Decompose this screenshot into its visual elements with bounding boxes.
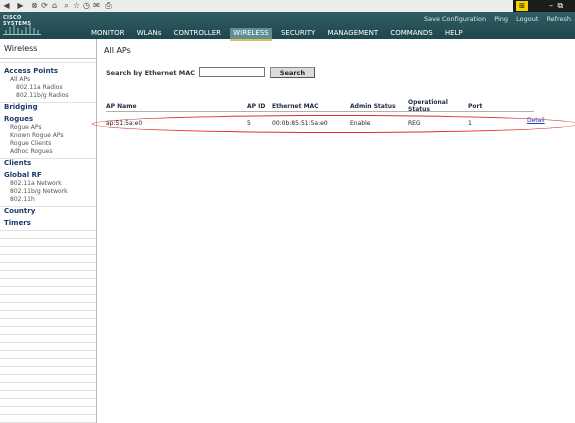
back-icon[interactable]: ◀	[2, 1, 11, 10]
print-icon[interactable]: ⎙	[104, 1, 113, 10]
app-header: CISCO SYSTEMS Save Configuration Ping Lo…	[0, 12, 575, 41]
forward-icon[interactable]: ▶	[16, 1, 25, 10]
search-icon[interactable]: ⌕	[62, 1, 71, 10]
logout-link[interactable]: Logout	[516, 15, 538, 23]
column-header-ethernet-mac: Ethernet MAC	[272, 103, 319, 110]
page-title: All APs	[104, 46, 131, 55]
search-button[interactable]: Search	[270, 67, 315, 78]
sidebar-section-timers[interactable]: Timers	[0, 219, 96, 228]
windows-logo-icon: ⊞	[516, 1, 528, 11]
sidebar-item-all-aps[interactable]: All APs	[0, 76, 96, 84]
nav-commands[interactable]: COMMANDS	[387, 28, 435, 39]
sidebar-menu: Access Points All APs 802.11a Radios 802…	[0, 67, 96, 228]
home-icon[interactable]: ⌂	[50, 1, 59, 10]
search-label: Search by Ethernet MAC	[106, 69, 196, 77]
nav-security[interactable]: SECURITY	[278, 28, 318, 39]
history-icon[interactable]: ◷	[82, 1, 91, 10]
sidebar-section-clients[interactable]: Clients	[0, 159, 96, 168]
nav-help[interactable]: HELP	[442, 28, 466, 39]
ethernet-mac-search-input[interactable]	[199, 67, 265, 77]
sidebar-item-rogue-clients[interactable]: Rogue Clients	[0, 140, 96, 148]
cisco-bridge-icon	[3, 23, 41, 35]
sidebar-item-80211a-network[interactable]: 802.11a Network	[0, 180, 96, 188]
column-header-admin-status: Admin Status	[350, 103, 396, 110]
nav-monitor[interactable]: MONITOR	[88, 28, 128, 39]
column-header-port: Port	[468, 103, 483, 110]
sidebar-item-80211bg-network[interactable]: 802.11b/g Network	[0, 188, 96, 196]
row-highlight-ellipse	[92, 115, 575, 133]
utility-links: Save Configuration Ping Logout Refresh	[418, 15, 571, 23]
sidebar-item-80211bg-radios[interactable]: 802.11b/g Radios	[0, 92, 96, 100]
nav-management[interactable]: MANAGEMENT	[325, 28, 382, 39]
sidebar-item-80211h[interactable]: 802.11h	[0, 196, 96, 204]
sidebar-section-bridging[interactable]: Bridging	[0, 103, 96, 112]
save-configuration-link[interactable]: Save Configuration	[424, 15, 486, 23]
ping-link[interactable]: Ping	[494, 15, 508, 23]
nav-wlans[interactable]: WLANs	[134, 28, 165, 39]
column-header-ap-id: AP ID	[247, 103, 266, 110]
main-content: All APs Search by Ethernet MAC Search AP…	[92, 39, 575, 423]
sidebar-title: Wireless	[0, 39, 96, 59]
window-controls: ⊞ – ⧉ ✕	[513, 0, 575, 22]
refresh-icon[interactable]: ⟳	[40, 1, 49, 10]
sidebar-section-rogues[interactable]: Rogues	[0, 115, 96, 124]
sidebar-section-global-rf[interactable]: Global RF	[0, 171, 96, 180]
sidebar-section-country[interactable]: Country	[0, 207, 96, 216]
sidebar-item-80211a-radios[interactable]: 802.11a Radios	[0, 84, 96, 92]
nav-controller[interactable]: CONTROLLER	[171, 28, 224, 39]
refresh-link[interactable]: Refresh	[546, 15, 571, 23]
sidebar-item-known-rogue-aps[interactable]: Known Rogue APs	[0, 132, 96, 140]
sidebar-item-rogue-aps[interactable]: Rogue APs	[0, 124, 96, 132]
header-divider	[106, 111, 534, 112]
mail-icon[interactable]: ✉	[92, 1, 101, 10]
stop-icon[interactable]: ⊗	[30, 1, 39, 10]
cisco-logo: CISCO SYSTEMS	[3, 15, 41, 35]
column-header-ap-name: AP Name	[106, 103, 137, 110]
sidebar-item-adhoc-rogues[interactable]: Adhoc Rogues	[0, 148, 96, 156]
sidebar: Wireless Access Points All APs 802.11a R…	[0, 39, 97, 423]
sidebar-section-access-points[interactable]: Access Points	[0, 67, 96, 76]
favorites-icon[interactable]: ☆	[72, 1, 81, 10]
